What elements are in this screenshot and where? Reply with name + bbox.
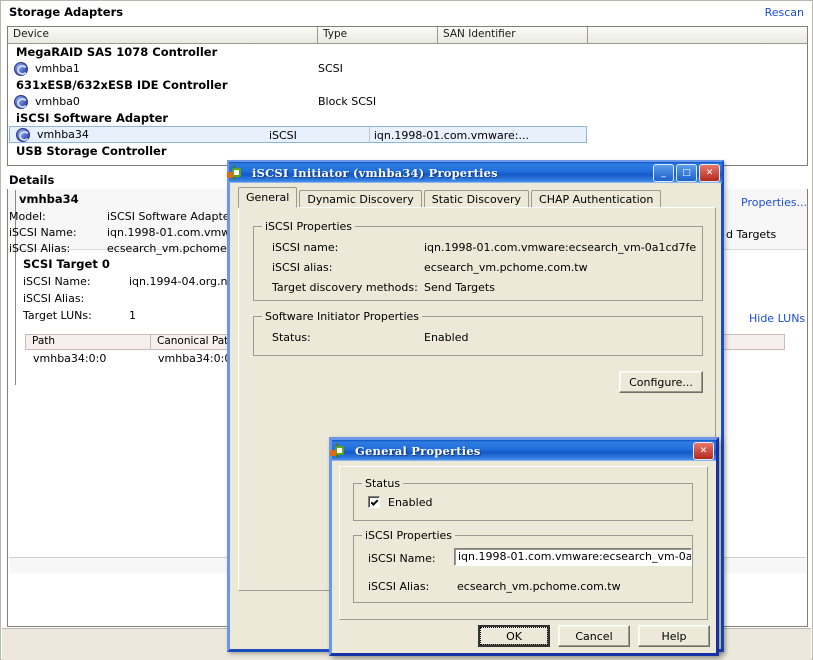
column-header-device[interactable]: Device [8, 27, 318, 43]
column-header-san-identifier[interactable]: SAN Identifier [438, 27, 588, 43]
scsi-target-title: SCSI Target 0 [23, 257, 110, 271]
general-properties-dialog[interactable]: General Properties ✕ Status Enabled iSCS… [329, 437, 719, 656]
general-properties-panel: Status Enabled iSCSI Properties iSCSI Na… [339, 466, 708, 620]
table-row[interactable]: vmhba0 Block SCSI [8, 93, 807, 110]
iscsi-alias-label: iSCSI Alias: [368, 580, 430, 593]
iscsi-properties-group: iSCSI Properties iSCSI name: iqn.1998-01… [253, 220, 703, 301]
status-group: Status Enabled [353, 477, 693, 521]
storage-adapters-page: Storage Adapters Rescan Device Type SAN … [0, 0, 813, 660]
adapter-icon [14, 94, 28, 109]
dialog-title: iSCSI Initiator (vmhba34) Properties [252, 165, 498, 180]
configure-button[interactable]: Configure... [619, 371, 703, 393]
table-group-row: iSCSI Software Adapter [16, 111, 169, 125]
iscsi-properties-group: iSCSI Properties iSCSI Name: iqn.1998-01… [353, 529, 693, 603]
table-header-row: Device Type SAN Identifier [8, 27, 807, 44]
iscsi-alias-label: iSCSI alias: [272, 261, 333, 274]
detail-value-model: iSCSI Software Adapter [107, 210, 235, 223]
row-type-cell: Block SCSI [318, 95, 377, 108]
details-title: Details [9, 173, 55, 187]
row-type-cell: iSCSI [268, 129, 297, 142]
row-device-label: vmhba34 [37, 128, 89, 141]
row-type-cell: SCSI [318, 62, 343, 75]
tab-general[interactable]: General [238, 187, 298, 208]
software-initiator-properties-group: Software Initiator Properties Status: En… [253, 310, 703, 356]
row-san-cell [438, 60, 698, 77]
iscsi-alias-value: ecsearch_vm.pchome.com.tw [457, 580, 621, 593]
cancel-button[interactable]: Cancel [558, 625, 630, 647]
software-status-label: Status: [272, 331, 311, 344]
tab-chap-authentication[interactable]: CHAP Authentication [531, 190, 662, 208]
dialog-title: General Properties [355, 443, 481, 458]
iscsi-name-input[interactable]: iqn.1998-01.com.vmware:ecsearch_vm-0a1cd… [454, 548, 692, 566]
storage-adapters-table[interactable]: Device Type SAN Identifier MegaRAID SAS … [7, 26, 808, 166]
column-header-blank[interactable] [588, 27, 807, 43]
row-device-cell: vmhba1 [8, 60, 318, 77]
vmware-window-icon [233, 164, 247, 180]
table-group-row: 631xESB/632xESB IDE Controller [16, 78, 228, 92]
dialog-titlebar[interactable]: General Properties ✕ [332, 440, 716, 461]
table-group-row: MegaRAID SAS 1078 Controller [16, 45, 218, 59]
iscsi-name-value: iqn.1998-01.com.vmware:ecsearch_vm-0a1cd… [424, 241, 697, 254]
tab-dynamic-discovery[interactable]: Dynamic Discovery [299, 190, 422, 208]
vmware-window-icon [336, 442, 350, 458]
table-row-selected[interactable]: vmhba34 iSCSI iqn.1998-01.com.vmware:... [9, 126, 587, 143]
adapter-icon [16, 127, 30, 142]
iscsi-properties-legend: iSCSI Properties [262, 220, 356, 233]
ok-button[interactable]: OK [478, 625, 550, 647]
dialog-titlebar[interactable]: iSCSI Initiator (vmhba34) Properties _ □… [229, 162, 722, 183]
row-san-cell: iqn.1998-01.com.vmware:... [368, 127, 586, 142]
detail-label-iscsi-name: iSCSI Name: [9, 226, 77, 239]
help-button[interactable]: Help [638, 625, 710, 647]
close-icon[interactable]: ✕ [693, 441, 714, 460]
software-status-value: Enabled [424, 331, 469, 344]
iscsi-properties-legend: iSCSI Properties [362, 529, 456, 542]
details-hide-luns-link[interactable]: Hide LUNs [749, 312, 805, 325]
detail-label-iscsi-alias: iSCSI Alias: [9, 242, 71, 255]
close-icon[interactable]: ✕ [699, 163, 720, 182]
detail-value-iscsi-alias: ecsearch_vm.pchome.co [107, 242, 244, 255]
target-label-iscsi-name: iSCSI Name: [23, 275, 91, 288]
maximize-icon[interactable]: □ [676, 163, 697, 182]
minimize-icon[interactable]: _ [653, 163, 674, 182]
details-adapter-name: vmhba34 [19, 192, 79, 206]
detail-discovery-tail: d Targets [726, 228, 777, 241]
status-group-legend: Status [362, 477, 404, 490]
column-header-type[interactable]: Type [318, 27, 438, 43]
target-discovery-methods-value: Send Targets [424, 281, 495, 294]
row-san-cell [438, 93, 698, 110]
adapter-icon [14, 61, 28, 76]
target-discovery-methods-label: Target discovery methods: [272, 281, 418, 294]
paths-cell-path: vmhba34:0:0 [33, 352, 107, 365]
page-title: Storage Adapters [9, 5, 124, 19]
paths-column-header-path[interactable]: Path [26, 335, 151, 349]
iscsi-name-label: iSCSI Name: [368, 552, 436, 565]
enabled-checkbox[interactable] [368, 496, 380, 508]
iscsi-alias-value: ecsearch_vm.pchome.com.tw [424, 261, 588, 274]
table-row[interactable]: vmhba1 SCSI [8, 60, 807, 77]
table-group-row: USB Storage Controller [16, 144, 167, 158]
row-device-cell: vmhba0 [8, 93, 318, 110]
rescan-link[interactable]: Rescan [765, 6, 804, 19]
row-device-label: vmhba0 [35, 95, 80, 108]
details-properties-link[interactable]: Properties... [741, 196, 807, 209]
target-label-iscsi-alias: iSCSI Alias: [23, 292, 85, 305]
row-device-cell: vmhba34 [10, 127, 269, 142]
detail-label-model: Model: [9, 210, 46, 223]
tab-static-discovery[interactable]: Static Discovery [423, 190, 530, 208]
iscsi-name-label: iSCSI name: [272, 241, 339, 254]
dialog-tabstrip[interactable]: General Dynamic Discovery Static Discove… [238, 187, 663, 208]
software-initiator-legend: Software Initiator Properties [262, 310, 423, 323]
enabled-checkbox-label: Enabled [388, 496, 433, 509]
row-device-label: vmhba1 [35, 62, 80, 75]
target-value-target-luns: 1 [129, 309, 136, 322]
target-label-target-luns: Target LUNs: [23, 309, 92, 322]
